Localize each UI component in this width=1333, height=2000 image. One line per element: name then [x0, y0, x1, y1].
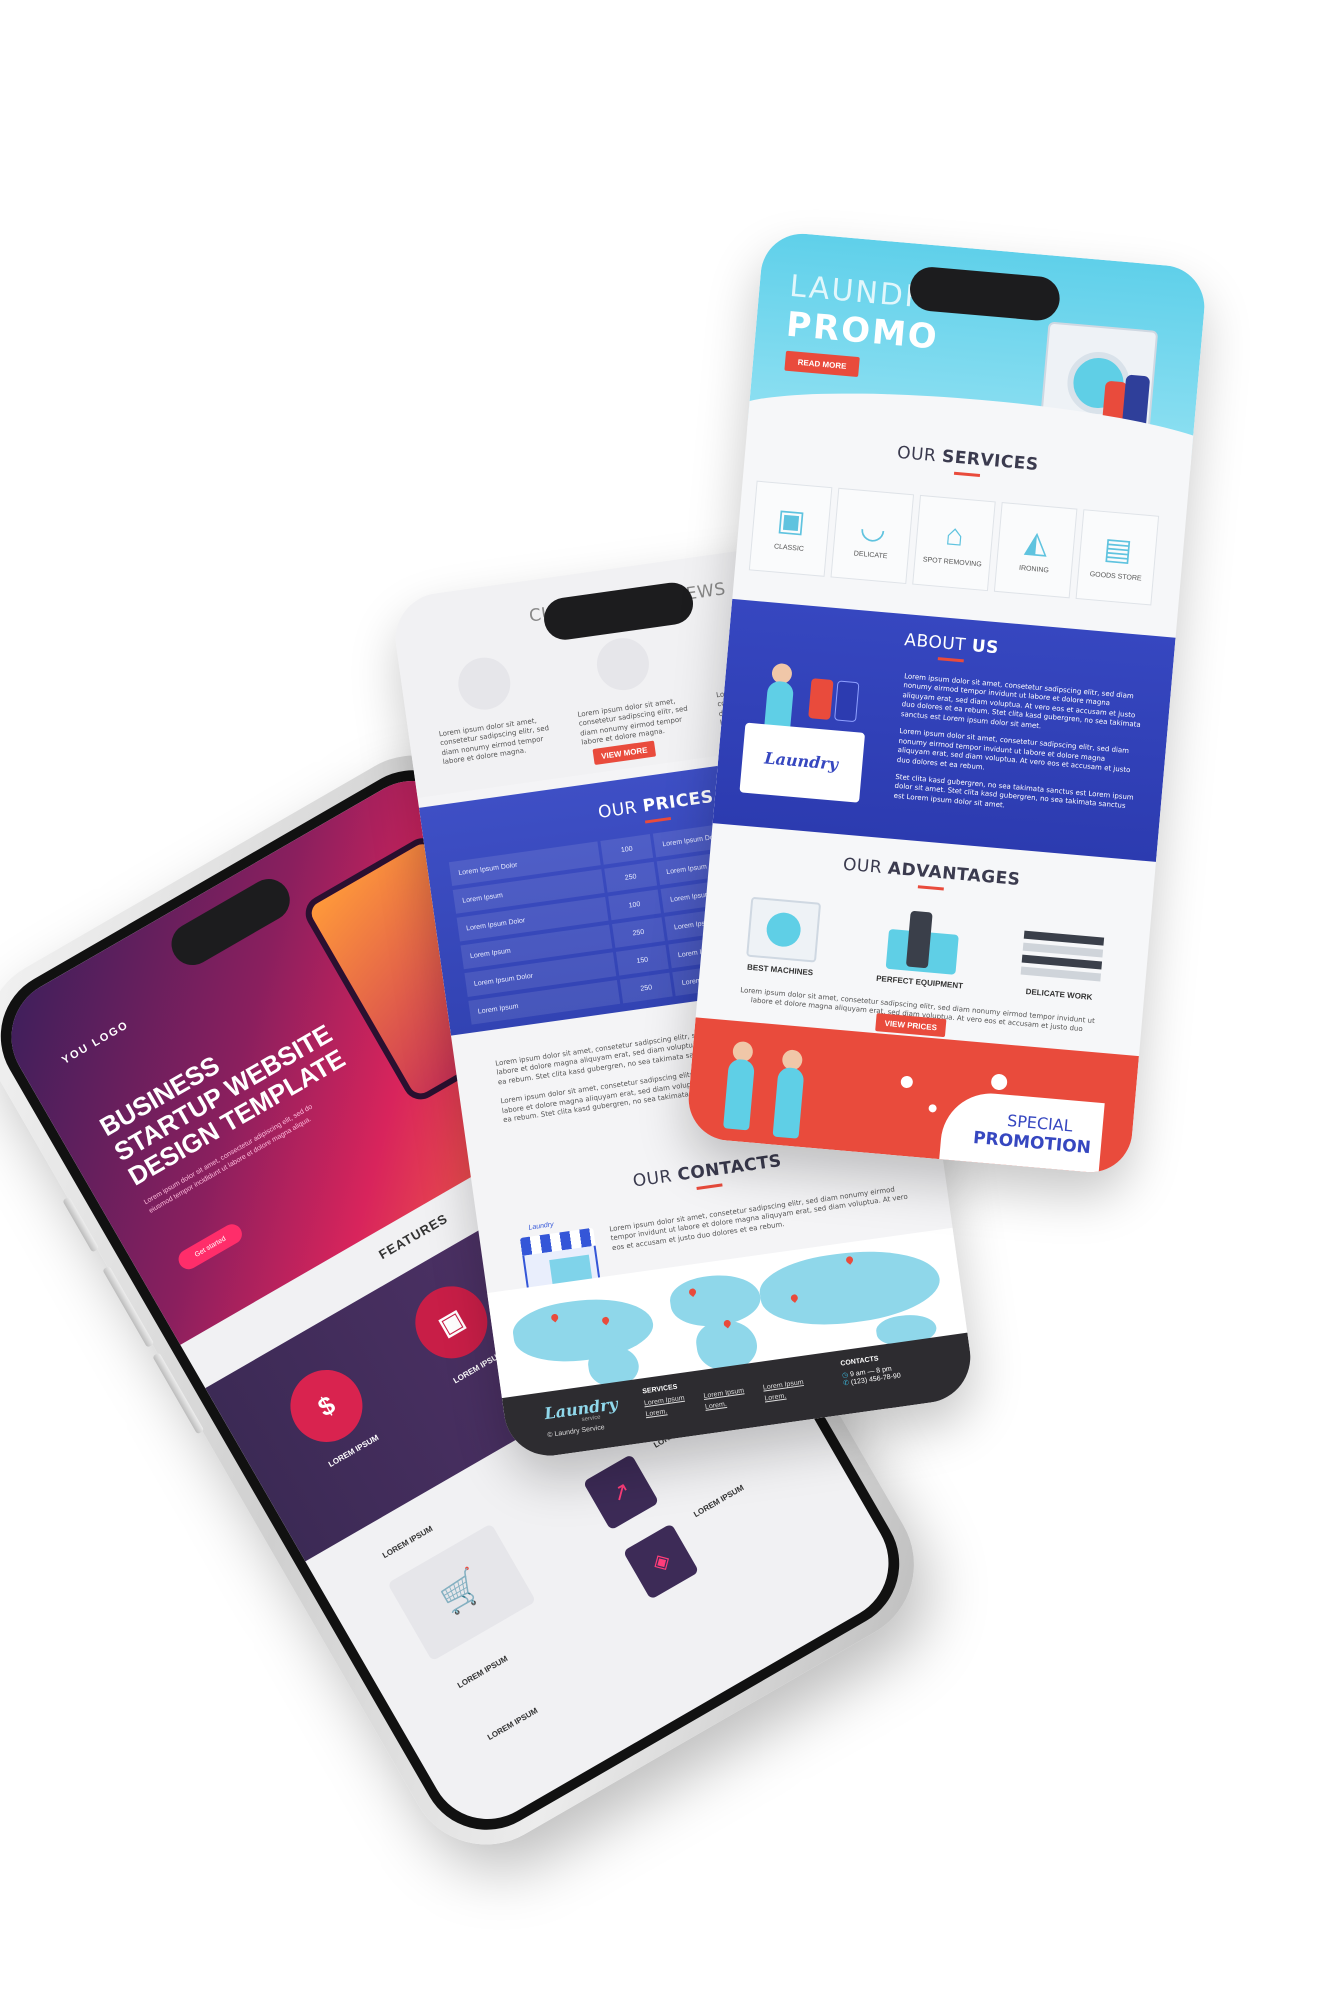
footer-links-col: Lorem Ipsum Lorem.: [703, 1386, 746, 1412]
iron-icon: ◭: [1023, 524, 1050, 560]
item-label: LOREM IPSUM: [455, 1654, 510, 1691]
read-more-button[interactable]: READ MORE: [784, 350, 860, 378]
service-card-spot-removing[interactable]: ⌂ SPOT REMOVING: [912, 494, 996, 592]
heading-bold: CONTACTS: [676, 1150, 783, 1186]
item-label: LOREM IPSUM: [692, 1483, 746, 1520]
heading-underline: [953, 471, 980, 478]
heading-underline: [644, 816, 672, 824]
service-label: CLASSIC: [773, 542, 805, 553]
review-text: Lorem ipsum dolor sit amet, consetetur s…: [577, 697, 689, 747]
reviewer-avatar: [454, 654, 514, 713]
site-logo[interactable]: YOU LOGO: [60, 1019, 131, 1067]
equipment-icon: [885, 909, 961, 975]
about-section: ABOUT US Laundry Lorem ipsum dolor sit a…: [712, 598, 1176, 862]
table-cell: 250: [619, 972, 673, 1004]
bubble-decoration: [990, 1073, 1008, 1091]
laundry-counter-illustration: Laundry: [731, 652, 894, 815]
advantage-best-machines: BEST MACHINES: [730, 895, 836, 978]
detergent-icon: ▤: [1102, 531, 1134, 568]
shield-icon: ◈: [622, 1523, 700, 1600]
advantage-label: PERFECT EQUIPMENT: [875, 973, 964, 991]
heading-bold: PRICES: [641, 786, 715, 817]
service-card-classic[interactable]: ▣ CLASSIC: [748, 480, 833, 577]
service-label: GOODS STORE: [1089, 570, 1142, 583]
table-cell: 250: [612, 917, 665, 948]
garment-illustration: [808, 678, 834, 720]
heading-underline: [937, 657, 964, 663]
washing-machine-icon: ▣: [775, 503, 807, 539]
machine-icon: [746, 896, 822, 963]
table-cell: 250: [604, 861, 658, 893]
chart-icon: ↗: [582, 1453, 660, 1531]
phone-screen: LAUNDRY PROMO READ MORE OUR SERVICES ▣ C…: [685, 230, 1208, 1176]
person-body: [772, 1066, 805, 1139]
phone-laundry-promo: LAUNDRY PROMO READ MORE OUR SERVICES ▣ C…: [685, 230, 1208, 1176]
advantage-delicate-work: DELICATE WORK: [999, 929, 1124, 1004]
counter-logo: Laundry: [763, 748, 839, 774]
shop-sign: Laundry: [528, 1221, 555, 1232]
services-row: ▣ CLASSIC ◡ DELICATE ⌂ SPOT REMOVING ◭ I…: [748, 480, 1160, 606]
basin-icon: ◡: [858, 510, 888, 546]
item-label: LOREM IPSUM: [380, 1524, 435, 1561]
footer-contacts-col: CONTACTS ◷ 9 am — 8 pm ✆ (123) 456-78-90: [840, 1353, 901, 1387]
review-text: Lorem ipsum dolor sit amet, consetetur s…: [438, 716, 550, 767]
footer-services-col: SERVICES Lorem Ipsum Lorem.: [642, 1383, 687, 1420]
advantage-label: DELICATE WORK: [1025, 987, 1093, 1002]
table-cell: 150: [615, 944, 669, 976]
about-text: Lorem ipsum dolor sit amet, consetetur s…: [893, 672, 1144, 830]
footer-brand-sub: service: [581, 1414, 602, 1424]
heading-light: OUR: [631, 1165, 680, 1192]
spray-icon: ⌂: [944, 517, 966, 553]
heading-underline: [696, 1183, 723, 1190]
reviewer-avatar: [593, 634, 653, 694]
hero-section: LAUNDRY PROMO READ MORE: [725, 230, 1208, 492]
service-card-goods-store[interactable]: ▤ GOODS STORE: [1075, 509, 1160, 606]
item-label: LOREM IPSUM: [485, 1705, 540, 1743]
service-card-ironing[interactable]: ◭ IRONING: [993, 502, 1078, 599]
advantage-label: BEST MACHINES: [746, 962, 814, 978]
bubble-decoration: [928, 1103, 937, 1113]
advantage-perfect-equipment: PERFECT EQUIPMENT: [859, 907, 985, 992]
person-body: [723, 1058, 756, 1131]
table-cell: 100: [600, 834, 654, 865]
folded-clothes-icon: [1020, 930, 1105, 988]
heading-bold: ADVANTAGES: [887, 858, 1022, 891]
heading-bold: US: [970, 636, 1000, 659]
service-label: DELICATE: [853, 549, 888, 560]
heading-light: OUR: [596, 796, 645, 823]
service-card-delicate[interactable]: ◡ DELICATE: [830, 487, 915, 585]
footer-links-col: Lorem Ipsum Lorem.: [762, 1378, 805, 1404]
footer-copyright: © Laundry Service: [547, 1424, 606, 1440]
table-cell: 100: [608, 889, 661, 921]
heading-light: OUR: [896, 442, 943, 467]
garment-illustration: [834, 680, 860, 723]
service-label: IRONING: [1018, 564, 1050, 574]
get-started-button[interactable]: Get started: [174, 1220, 246, 1273]
heading-light: ABOUT: [903, 630, 973, 656]
bubble-decoration: [900, 1075, 914, 1089]
counter-desk: Laundry: [739, 722, 866, 803]
heading-light: OUR: [842, 854, 889, 879]
heading-underline: [917, 885, 944, 891]
service-label: SPOT REMOVING: [922, 555, 983, 569]
